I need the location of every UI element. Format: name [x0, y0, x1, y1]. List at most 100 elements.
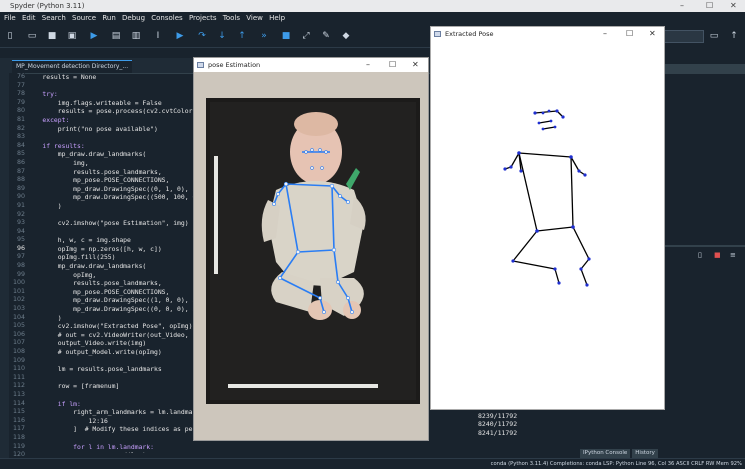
console-new-icon[interactable]: ▯ [698, 251, 702, 259]
line-number: 104 [12, 313, 25, 321]
maximize-pane-icon[interactable]: ⤢ [300, 30, 312, 42]
window-app-icon [197, 62, 204, 68]
close-icon[interactable]: ✕ [412, 58, 419, 72]
menu-help[interactable]: Help [269, 14, 285, 22]
console-menu-icon[interactable]: ≡ [730, 251, 736, 259]
line-number: 100 [12, 279, 25, 287]
line-number: 117 [12, 425, 25, 433]
line-number: 93 [16, 219, 25, 227]
line-number: 77 [16, 81, 25, 89]
console-line: 8239/11792 [478, 411, 518, 420]
pose-window-titlebar[interactable]: pose Estimation – ☐ ✕ [194, 58, 428, 72]
tab-history[interactable]: History [632, 449, 658, 458]
line-number: 116 [12, 416, 25, 424]
line-number: 98 [16, 262, 25, 270]
tab-ipython-console[interactable]: IPython Console [580, 449, 631, 458]
extracted-window-titlebar[interactable]: Extracted Pose – ☐ ✕ [431, 27, 664, 41]
line-number: 99 [16, 270, 25, 278]
line-number: 101 [12, 287, 25, 295]
line-number: 111 [12, 373, 25, 381]
line-number: 85 [16, 150, 25, 158]
close-icon[interactable]: ✕ [649, 27, 656, 41]
line-number: 118 [12, 433, 25, 441]
parent-dir-icon[interactable]: ↑ [728, 30, 740, 42]
line-number: 95 [16, 236, 25, 244]
menu-edit[interactable]: Edit [22, 14, 36, 22]
maximize-icon[interactable]: ☐ [626, 27, 633, 41]
menu-projects[interactable]: Projects [189, 14, 217, 22]
menu-debug[interactable]: Debug [122, 14, 145, 22]
line-number: 92 [16, 210, 25, 218]
line-number: 80 [16, 107, 25, 115]
console-line: 8240/11792 [478, 420, 518, 428]
tab-editor-file[interactable]: MP_Movement detection Directory_... [12, 60, 133, 73]
code-line[interactable]: row.append(l.x) [27, 451, 467, 453]
console-line: 8241/11792 [478, 428, 518, 437]
step-icon[interactable]: ↷ [196, 30, 208, 42]
save-icon[interactable]: ■ [46, 30, 58, 42]
menu-run[interactable]: Run [102, 14, 115, 22]
close-icon[interactable]: ✕ [730, 0, 737, 12]
browse-folder-icon[interactable]: ▭ [708, 30, 720, 42]
status-bar: conda (Python 3.11.4) Completions: conda… [0, 458, 745, 469]
extracted-window-title: Extracted Pose [445, 30, 494, 38]
pose-photo-svg [194, 72, 428, 440]
console-tabs: IPython Console History [580, 449, 660, 458]
menu-source[interactable]: Source [72, 14, 96, 22]
run-cell-advance-icon[interactable]: ▥ [130, 30, 142, 42]
stop-icon[interactable]: ■ [280, 30, 292, 42]
menu-consoles[interactable]: Consoles [151, 14, 182, 22]
line-number: 78 [16, 90, 25, 98]
continue-icon[interactable]: » [258, 30, 270, 42]
line-number: 82 [16, 124, 25, 132]
line-number: 87 [16, 167, 25, 175]
pose-estimation-window[interactable]: pose Estimation – ☐ ✕ [193, 57, 429, 441]
line-number: 119 [12, 442, 25, 450]
minimize-icon[interactable]: – [603, 27, 607, 41]
minimize-icon[interactable]: – [680, 0, 684, 12]
new-file-icon[interactable]: ▯ [4, 30, 16, 42]
line-number: 91 [16, 201, 25, 209]
pose-window-title: pose Estimation [208, 61, 261, 69]
title-bar: Spyder (Python 3.11) – ☐ ✕ [0, 0, 745, 12]
line-number-gutter: 76 77 78 79 80 81 82 83 84 85 86 87 88 89 90 91 92 93 94 95… [9, 73, 25, 467]
menu-tools[interactable]: Tools [223, 14, 240, 22]
line-number: 109 [12, 356, 25, 364]
menu-search[interactable]: Search [42, 14, 66, 22]
minimize-icon[interactable]: – [366, 58, 370, 72]
line-number: 105 [12, 322, 25, 330]
line-number: 97 [16, 253, 25, 261]
extracted-pose-window[interactable]: Extracted Pose – ☐ ✕ [430, 26, 665, 410]
python-icon[interactable]: ◆ [340, 30, 352, 42]
menu-view[interactable]: View [246, 14, 263, 22]
line-number: 110 [12, 365, 25, 373]
run-icon[interactable]: ▶ [88, 30, 100, 42]
line-number: 106 [12, 330, 25, 338]
step-into-icon[interactable]: ↓ [216, 30, 228, 42]
line-number: 103 [12, 305, 25, 313]
step-return-icon[interactable]: ↑ [236, 30, 248, 42]
line-number: 112 [12, 382, 25, 390]
debug-icon[interactable]: ▶ [174, 30, 186, 42]
maximize-icon[interactable]: ☐ [389, 58, 396, 72]
line-number: 88 [16, 176, 25, 184]
run-cell-icon[interactable]: ▤ [110, 30, 122, 42]
line-number: 86 [16, 158, 25, 166]
maximize-icon[interactable]: ☐ [706, 0, 713, 12]
line-number: 83 [16, 133, 25, 141]
line-number: 90 [16, 193, 25, 201]
console-stop-icon[interactable]: ■ [714, 251, 721, 259]
menu-file[interactable]: File [4, 14, 16, 22]
extracted-pose-canvas [431, 41, 664, 409]
line-number: 114 [12, 399, 25, 407]
code-line[interactable]: for l in lm.landmark: [27, 443, 467, 452]
run-selection-icon[interactable]: I [152, 30, 164, 42]
line-number: 115 [12, 408, 25, 416]
open-folder-icon[interactable]: ▭ [26, 30, 38, 42]
preferences-icon[interactable]: ✎ [320, 30, 332, 42]
line-number: 76 [16, 73, 25, 80]
menu-bar: File Edit Search Source Run Debug Consol… [0, 12, 745, 25]
line-number: 84 [16, 141, 25, 149]
save-all-icon[interactable]: ▣ [66, 30, 78, 42]
line-number: 89 [16, 184, 25, 192]
